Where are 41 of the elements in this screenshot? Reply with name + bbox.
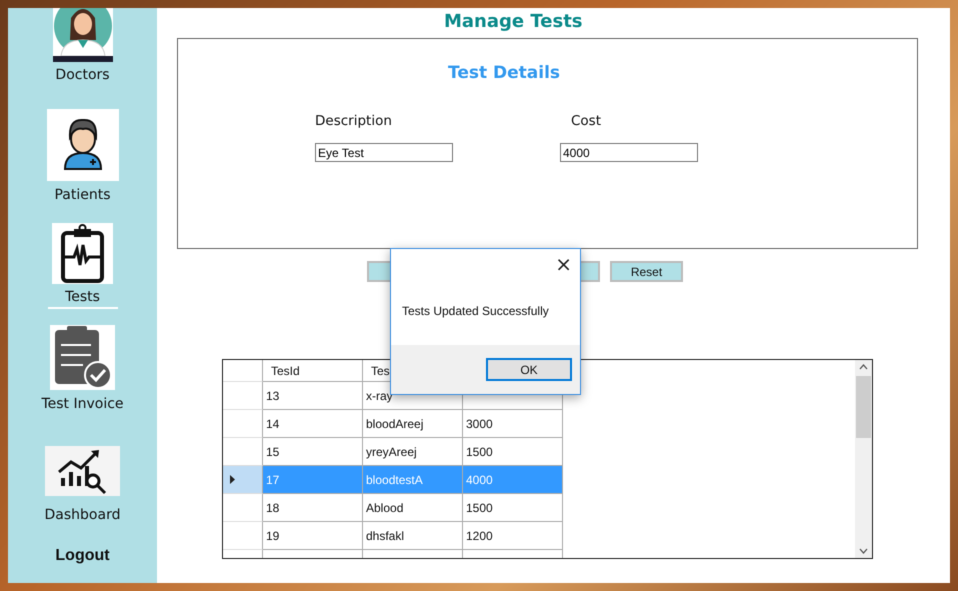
- reset-button[interactable]: Reset: [610, 261, 683, 282]
- table-cell: Ablood: [363, 494, 463, 522]
- table-cell: 19: [263, 522, 363, 550]
- table-cell: 4000: [463, 466, 563, 494]
- page-title: Manage Tests: [444, 11, 584, 34]
- vertical-scrollbar[interactable]: [855, 360, 872, 558]
- table-cell: 14: [263, 410, 363, 438]
- clipboard-pulse-icon[interactable]: [52, 223, 113, 284]
- ok-button[interactable]: OK: [486, 358, 572, 381]
- column-header: TesId: [263, 360, 363, 382]
- doctor-avatar-icon[interactable]: [52, 8, 112, 62]
- table-cell: 3000: [463, 410, 563, 438]
- table-cell: bloodtestA: [363, 466, 463, 494]
- input-field[interactable]: 4000: [560, 143, 698, 162]
- close-button[interactable]: ×: [547, 249, 580, 279]
- clipboard-check-icon[interactable]: [50, 325, 115, 390]
- nav-item[interactable]: Test Invoice: [41, 396, 124, 416]
- row-header[interactable]: [223, 466, 263, 494]
- nav-item[interactable]: Dashboard: [48, 507, 118, 527]
- field-label: Cost: [571, 113, 602, 131]
- nav-item[interactable]: Patients: [48, 187, 118, 207]
- table-cell: dhsfakl: [363, 522, 463, 550]
- table-cell: 18: [263, 494, 363, 522]
- input-field[interactable]: Eye Test: [315, 143, 453, 162]
- field-label: Description: [315, 113, 393, 131]
- table-cell: 17: [263, 466, 363, 494]
- table-cell: 13: [263, 382, 363, 410]
- table-cell: 1200: [463, 522, 563, 550]
- chart-magnifier-icon[interactable]: [45, 446, 120, 496]
- section-heading: Test Details: [448, 63, 562, 83]
- nav-item[interactable]: Tests: [48, 289, 118, 309]
- nav-item[interactable]: Doctors: [48, 67, 118, 87]
- row-header: [223, 360, 263, 382]
- table-cell: bloodAreej: [363, 410, 463, 438]
- scroll-down-icon[interactable]: [859, 548, 868, 554]
- row-pointer-icon: [230, 475, 235, 484]
- table-cell: 1500: [463, 494, 563, 522]
- patient-icon[interactable]: [46, 109, 118, 181]
- logout-link[interactable]: Logout: [55, 547, 110, 565]
- dialog-message: Tests Updated Successfully: [402, 304, 550, 320]
- scroll-up-icon[interactable]: [859, 364, 868, 370]
